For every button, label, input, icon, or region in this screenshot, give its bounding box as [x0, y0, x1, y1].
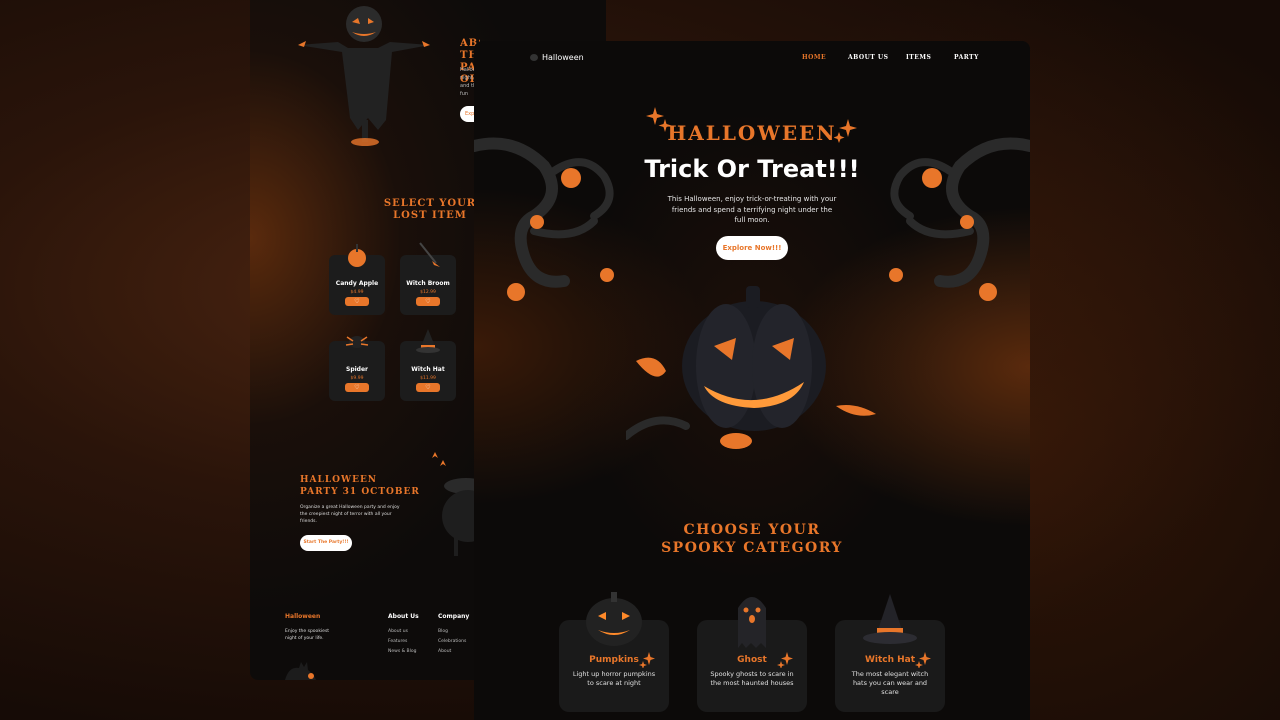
- jack-o-lantern-illustration: [626, 286, 876, 449]
- footer-link[interactable]: About: [438, 649, 451, 654]
- witch-hat-icon: [863, 594, 917, 644]
- favorite-button[interactable]: ♡: [416, 383, 440, 392]
- nav-items[interactable]: ITEMS: [906, 54, 931, 61]
- vine-right-illustration: [889, 137, 1030, 301]
- category-description: The most elegant witch hats you can wear…: [851, 670, 929, 696]
- explore-now-button[interactable]: Explore Now!!!: [716, 236, 788, 260]
- heart-icon: ♡: [354, 384, 360, 391]
- footer-link[interactable]: News & Blog: [388, 649, 416, 654]
- pumpkin-icon: [586, 592, 642, 646]
- heart-icon: ♡: [425, 298, 431, 305]
- category-card-ghost[interactable]: Ghost Spooky ghosts to scare in the most…: [697, 597, 807, 712]
- nav-home[interactable]: HOME: [802, 54, 826, 61]
- item-name: Spider: [346, 366, 368, 373]
- item-price: $9.99: [350, 376, 364, 381]
- footer-link[interactable]: Celebrations: [438, 639, 466, 644]
- item-card-witch-broom[interactable]: Witch Broom $12.99 ♡: [400, 242, 456, 315]
- sparkle-star-icon: [639, 652, 655, 668]
- sparkle-star-icon: [915, 652, 931, 668]
- footer-col-about-title: About Us: [388, 613, 419, 620]
- item-price: $12.99: [420, 290, 436, 295]
- site-logo[interactable]: Halloween: [530, 53, 584, 62]
- footer-logo[interactable]: Halloween: [285, 613, 320, 620]
- favorite-button[interactable]: ♡: [345, 297, 369, 306]
- item-price: $11.99: [420, 376, 436, 381]
- start-party-button[interactable]: Start The Party!!!: [300, 535, 352, 551]
- witch-hat-icon: [416, 329, 440, 353]
- front-page-preview: Halloween HOME ABOUT US ITEMS PARTY HALL…: [474, 41, 1030, 720]
- footer-link[interactable]: About us: [388, 629, 408, 634]
- witch-broom-icon: [419, 242, 440, 267]
- cauldron-illustration: [432, 452, 476, 556]
- item-price: $4.99: [350, 290, 364, 295]
- black-cat-icon: [285, 662, 316, 680]
- item-name: Witch Broom: [406, 280, 450, 287]
- favorite-button[interactable]: ♡: [345, 383, 369, 392]
- item-card-witch-hat[interactable]: Witch Hat $11.99 ♡: [400, 329, 456, 401]
- heart-icon: ♡: [354, 298, 360, 305]
- item-card-spider[interactable]: Spider $9.99 ♡: [329, 336, 385, 401]
- spider-icon: [345, 336, 369, 348]
- sparkle-star-icon: [777, 652, 793, 668]
- footer-tagline: Enjoy the spookiest night of your life.: [285, 629, 330, 641]
- category-description: Spooky ghosts to scare in the most haunt…: [710, 670, 794, 687]
- item-name: Candy Apple: [335, 280, 379, 287]
- category-card-pumpkins[interactable]: Pumpkins Light up horror pumpkins to sca…: [559, 592, 669, 712]
- nav-about-us[interactable]: ABOUT US: [848, 54, 888, 61]
- scarecrow-illustration: [298, 6, 430, 146]
- category-description: Light up horror pumpkins to scare at nig…: [572, 670, 656, 687]
- party-description: Organize a great Halloween party and enj…: [300, 505, 400, 524]
- category-card-witch-hat[interactable]: Witch Hat The most elegant witch hats yo…: [835, 594, 945, 712]
- pumpkin-logo-icon: [530, 54, 538, 61]
- candy-apple-icon: [348, 244, 366, 267]
- ghost-icon: [738, 597, 766, 648]
- select-item-title: SELECT YOUR LOST ITEM: [383, 198, 477, 221]
- item-card-candy-apple[interactable]: Candy Apple $4.99 ♡: [329, 244, 385, 315]
- favorite-button[interactable]: ♡: [416, 297, 440, 306]
- hero-description: This Halloween, enjoy trick-or-treating …: [667, 195, 837, 224]
- item-name: Witch Hat: [411, 366, 445, 373]
- choose-category-title: CHOOSE YOUR SPOOKY CATEGORY: [661, 522, 843, 556]
- footer-col-company-title: Company: [438, 613, 470, 620]
- party-title: HALLOWEEN PARTY 31 OCTOBER: [300, 475, 420, 497]
- footer-link[interactable]: Features: [388, 639, 407, 644]
- footer-link[interactable]: Blog: [438, 629, 448, 634]
- vine-left-illustration: [474, 137, 614, 301]
- nav-party[interactable]: PARTY: [954, 54, 979, 61]
- heart-icon: ♡: [425, 384, 431, 391]
